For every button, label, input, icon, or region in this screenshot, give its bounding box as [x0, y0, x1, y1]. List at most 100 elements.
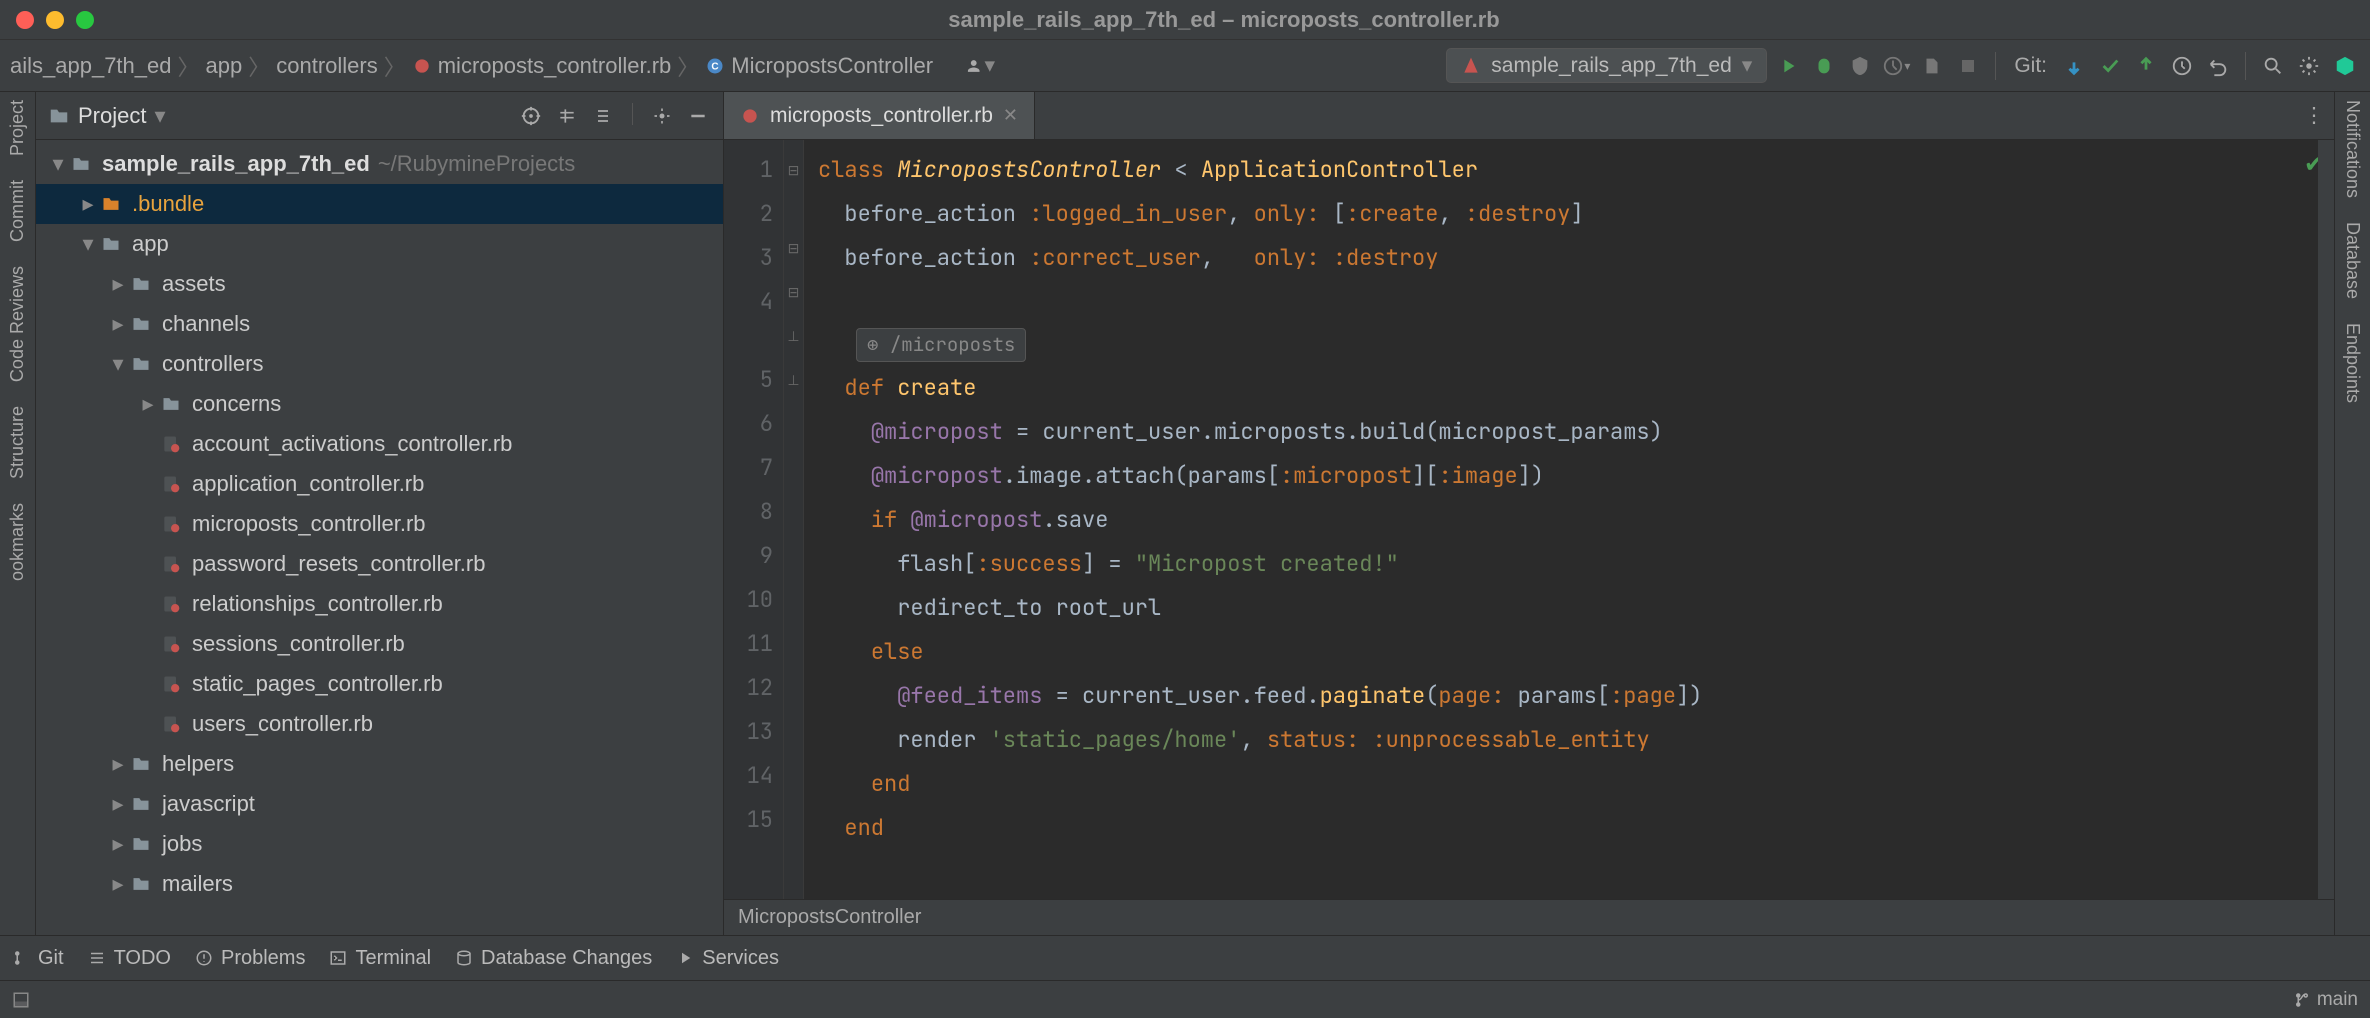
tree-node[interactable]: ▸helpers	[36, 744, 723, 784]
editor-breadcrumb-bar[interactable]: MicropostsController	[724, 899, 2334, 935]
code-line[interactable]: @micropost.image.attach(params[:micropos…	[818, 454, 2334, 498]
project-root-node[interactable]: ▾ sample_rails_app_7th_ed ~/RubymineProj…	[36, 144, 723, 184]
tree-expand-arrow[interactable]: ▸	[108, 791, 128, 817]
left-rail-structure[interactable]: Structure	[7, 406, 28, 479]
breadcrumb-item[interactable]: ails_app_7th_ed	[10, 53, 171, 79]
tree-expand-arrow[interactable]: ▸	[108, 311, 128, 337]
code-line[interactable]: @micropost = current_user.microposts.bui…	[818, 410, 2334, 454]
bottom-bar-database-changes[interactable]: Database Changes	[455, 947, 652, 970]
left-rail-ookmarks[interactable]: ookmarks	[7, 503, 28, 581]
left-rail-project[interactable]: Project	[7, 100, 28, 156]
coverage-button[interactable]	[1845, 51, 1875, 81]
left-rail-code-reviews[interactable]: Code Reviews	[7, 266, 28, 382]
collapse-all-icon[interactable]	[590, 103, 616, 129]
maximize-window-button[interactable]	[76, 11, 94, 29]
status-bar-widgets-icon[interactable]	[12, 991, 30, 1009]
attach-button[interactable]	[1917, 51, 1947, 81]
code-line[interactable]	[818, 280, 2334, 324]
git-branch-indicator[interactable]: main	[2293, 989, 2358, 1011]
code-line[interactable]: redirect_to root_url	[818, 586, 2334, 630]
stop-button[interactable]	[1953, 51, 1983, 81]
profile-button[interactable]: ▾	[1881, 51, 1911, 81]
breadcrumb-item[interactable]: CMicropostsController	[705, 53, 933, 79]
minimize-window-button[interactable]	[46, 11, 64, 29]
code-line[interactable]: else	[818, 630, 2334, 674]
project-tree[interactable]: ▾ sample_rails_app_7th_ed ~/RubymineProj…	[36, 140, 723, 935]
expand-all-icon[interactable]	[554, 103, 580, 129]
tree-expand-arrow[interactable]: ▸	[108, 271, 128, 297]
locate-file-icon[interactable]	[518, 103, 544, 129]
settings-icon[interactable]	[2294, 51, 2324, 81]
git-push-icon[interactable]	[2131, 51, 2161, 81]
code-line[interactable]: if @micropost.save	[818, 498, 2334, 542]
hide-panel-icon[interactable]	[685, 103, 711, 129]
tree-expand-arrow[interactable]: ▾	[78, 231, 98, 257]
tree-node[interactable]: static_pages_controller.rb	[36, 664, 723, 704]
route-hint[interactable]: ⊕ /microposts	[856, 328, 1026, 362]
close-tab-icon[interactable]: ✕	[1003, 105, 1018, 126]
tree-node[interactable]: password_resets_controller.rb	[36, 544, 723, 584]
git-commit-icon[interactable]	[2095, 51, 2125, 81]
tree-node[interactable]: sessions_controller.rb	[36, 624, 723, 664]
git-history-icon[interactable]	[2167, 51, 2197, 81]
tree-expand-arrow[interactable]: ▸	[108, 871, 128, 897]
editor-tab-microposts[interactable]: microposts_controller.rb ✕	[724, 92, 1035, 139]
breadcrumb-item[interactable]: app	[206, 53, 243, 79]
tree-node[interactable]: relationships_controller.rb	[36, 584, 723, 624]
editor-gutter[interactable]: 123456789101112131415	[724, 140, 784, 899]
code-line[interactable]: class MicropostsController < Application…	[818, 148, 2334, 192]
code-line[interactable]: @feed_items = current_user.feed.paginate…	[818, 674, 2334, 718]
breadcrumb-item[interactable]: microposts_controller.rb	[412, 53, 672, 79]
close-window-button[interactable]	[16, 11, 34, 29]
editor-scrollbar[interactable]	[2318, 140, 2334, 899]
code-line[interactable]: before_action :correct_user, only: :dest…	[818, 236, 2334, 280]
fold-gutter[interactable]: ⊟⊟⊟⊥⊥	[784, 140, 804, 899]
debug-button[interactable]	[1809, 51, 1839, 81]
bottom-bar-terminal[interactable]: Terminal	[329, 947, 431, 970]
left-rail-commit[interactable]: Commit	[7, 180, 28, 242]
tree-expand-arrow[interactable]: ▾	[108, 351, 128, 377]
code-line[interactable]: render 'static_pages/home', status: :unp…	[818, 718, 2334, 762]
tree-node[interactable]: ▸mailers	[36, 864, 723, 904]
breadcrumb-item[interactable]: controllers	[276, 53, 377, 79]
code-line[interactable]: def create	[818, 366, 2334, 410]
bottom-bar-services[interactable]: Services	[676, 947, 779, 970]
right-rail-endpoints[interactable]: Endpoints	[2342, 323, 2363, 403]
tree-node[interactable]: ▸concerns	[36, 384, 723, 424]
run-button[interactable]	[1773, 51, 1803, 81]
search-everywhere-icon[interactable]	[2258, 51, 2288, 81]
tree-node[interactable]: ▾app	[36, 224, 723, 264]
code-content[interactable]: class MicropostsController < Application…	[804, 140, 2334, 899]
tree-node[interactable]: ▸channels	[36, 304, 723, 344]
editor-tabs-menu-icon[interactable]: ⋮	[2294, 92, 2334, 139]
bottom-bar-problems[interactable]: Problems	[195, 947, 305, 970]
code-line[interactable]: before_action :logged_in_user, only: [:c…	[818, 192, 2334, 236]
code-line[interactable]: flash[:success] = "Micropost created!"	[818, 542, 2334, 586]
editor-body[interactable]: 123456789101112131415 ⊟⊟⊟⊥⊥ class Microp…	[724, 140, 2334, 899]
tree-node[interactable]: account_activations_controller.rb	[36, 424, 723, 464]
code-line[interactable]: end	[818, 762, 2334, 806]
git-update-icon[interactable]	[2059, 51, 2089, 81]
right-rail-database[interactable]: Database	[2342, 222, 2363, 299]
user-dropdown-icon[interactable]: ▾	[965, 51, 995, 81]
tree-expand-arrow[interactable]: ▸	[108, 831, 128, 857]
project-panel-title-group[interactable]: Project ▾	[48, 103, 508, 129]
git-rollback-icon[interactable]	[2203, 51, 2233, 81]
tree-node[interactable]: ▸assets	[36, 264, 723, 304]
right-rail-notifications[interactable]: Notifications	[2342, 100, 2363, 198]
tree-expand-arrow[interactable]: ▸	[108, 751, 128, 777]
tree-node[interactable]: ▸.bundle	[36, 184, 723, 224]
tree-node[interactable]: ▸jobs	[36, 824, 723, 864]
tree-expand-arrow[interactable]: ▸	[78, 191, 98, 217]
run-configuration-selector[interactable]: sample_rails_app_7th_ed ▾	[1446, 48, 1767, 83]
tree-node[interactable]: microposts_controller.rb	[36, 504, 723, 544]
panel-settings-icon[interactable]	[649, 103, 675, 129]
tree-node[interactable]: ▾controllers	[36, 344, 723, 384]
code-line[interactable]: end	[818, 806, 2334, 850]
tree-node[interactable]: ▸javascript	[36, 784, 723, 824]
bottom-bar-git[interactable]: Git	[12, 947, 64, 970]
tree-node[interactable]: users_controller.rb	[36, 704, 723, 744]
tree-node[interactable]: application_controller.rb	[36, 464, 723, 504]
bottom-bar-todo[interactable]: TODO	[88, 947, 171, 970]
tree-expand-arrow[interactable]: ▸	[138, 391, 158, 417]
